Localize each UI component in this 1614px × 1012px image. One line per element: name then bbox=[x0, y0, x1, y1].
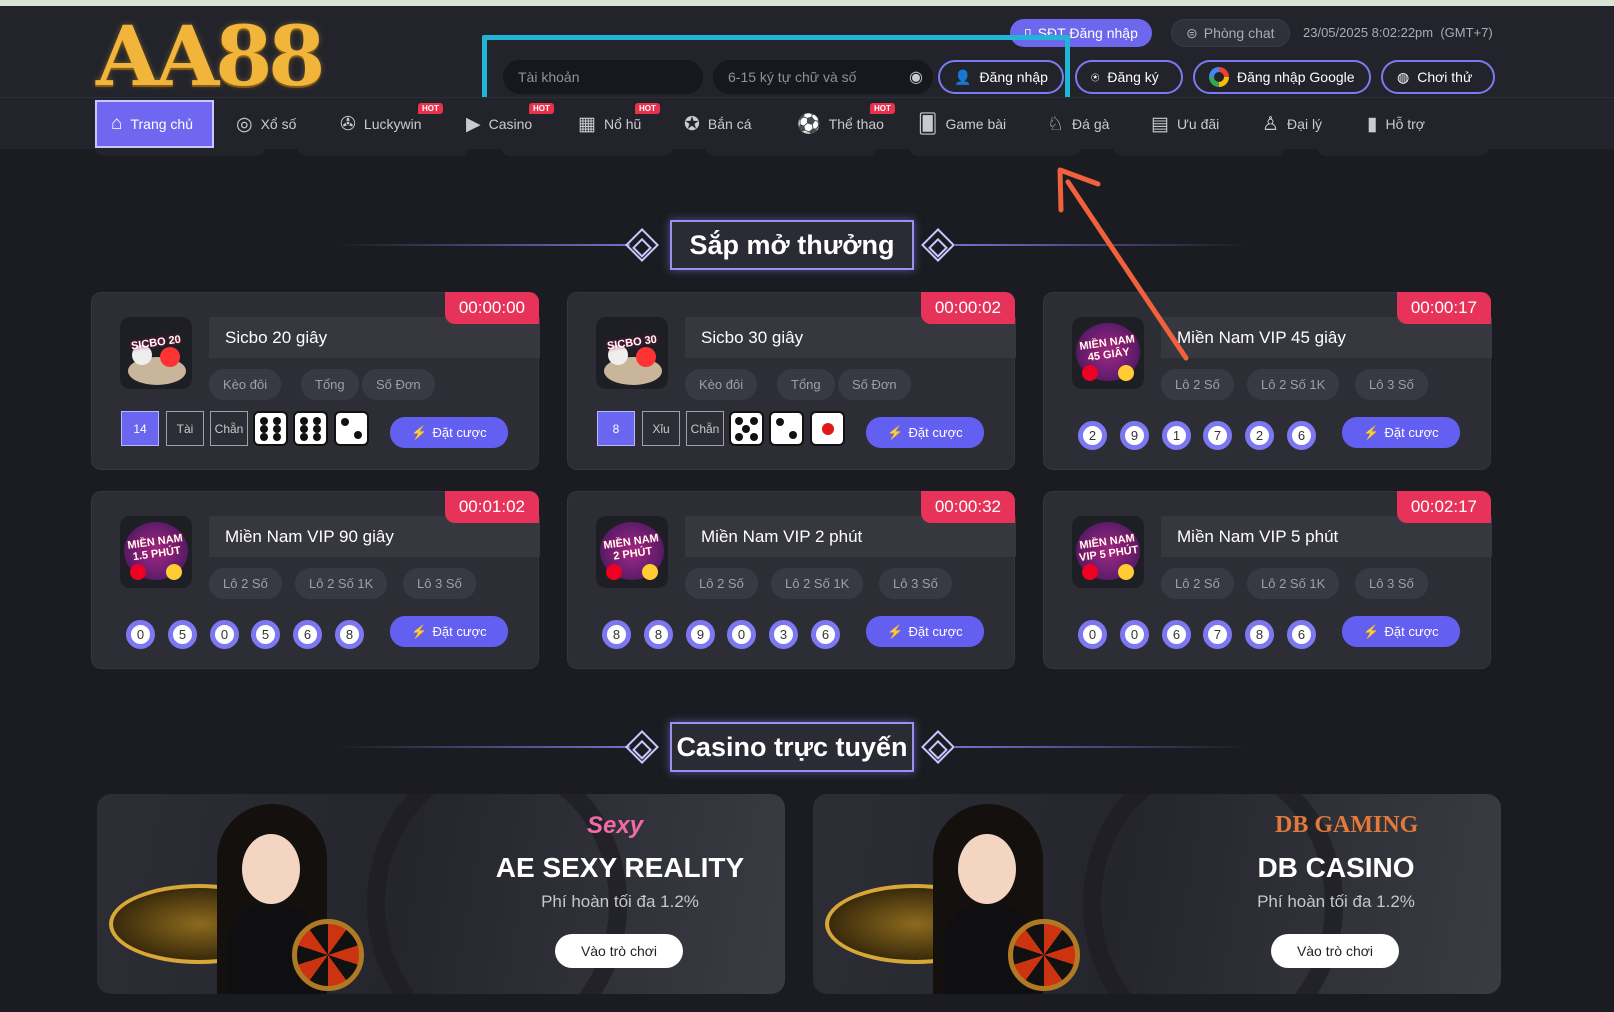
annotation-arrow bbox=[1057, 167, 1189, 361]
arrow-shaft bbox=[1065, 179, 1189, 361]
arrow-head bbox=[1057, 167, 1101, 213]
